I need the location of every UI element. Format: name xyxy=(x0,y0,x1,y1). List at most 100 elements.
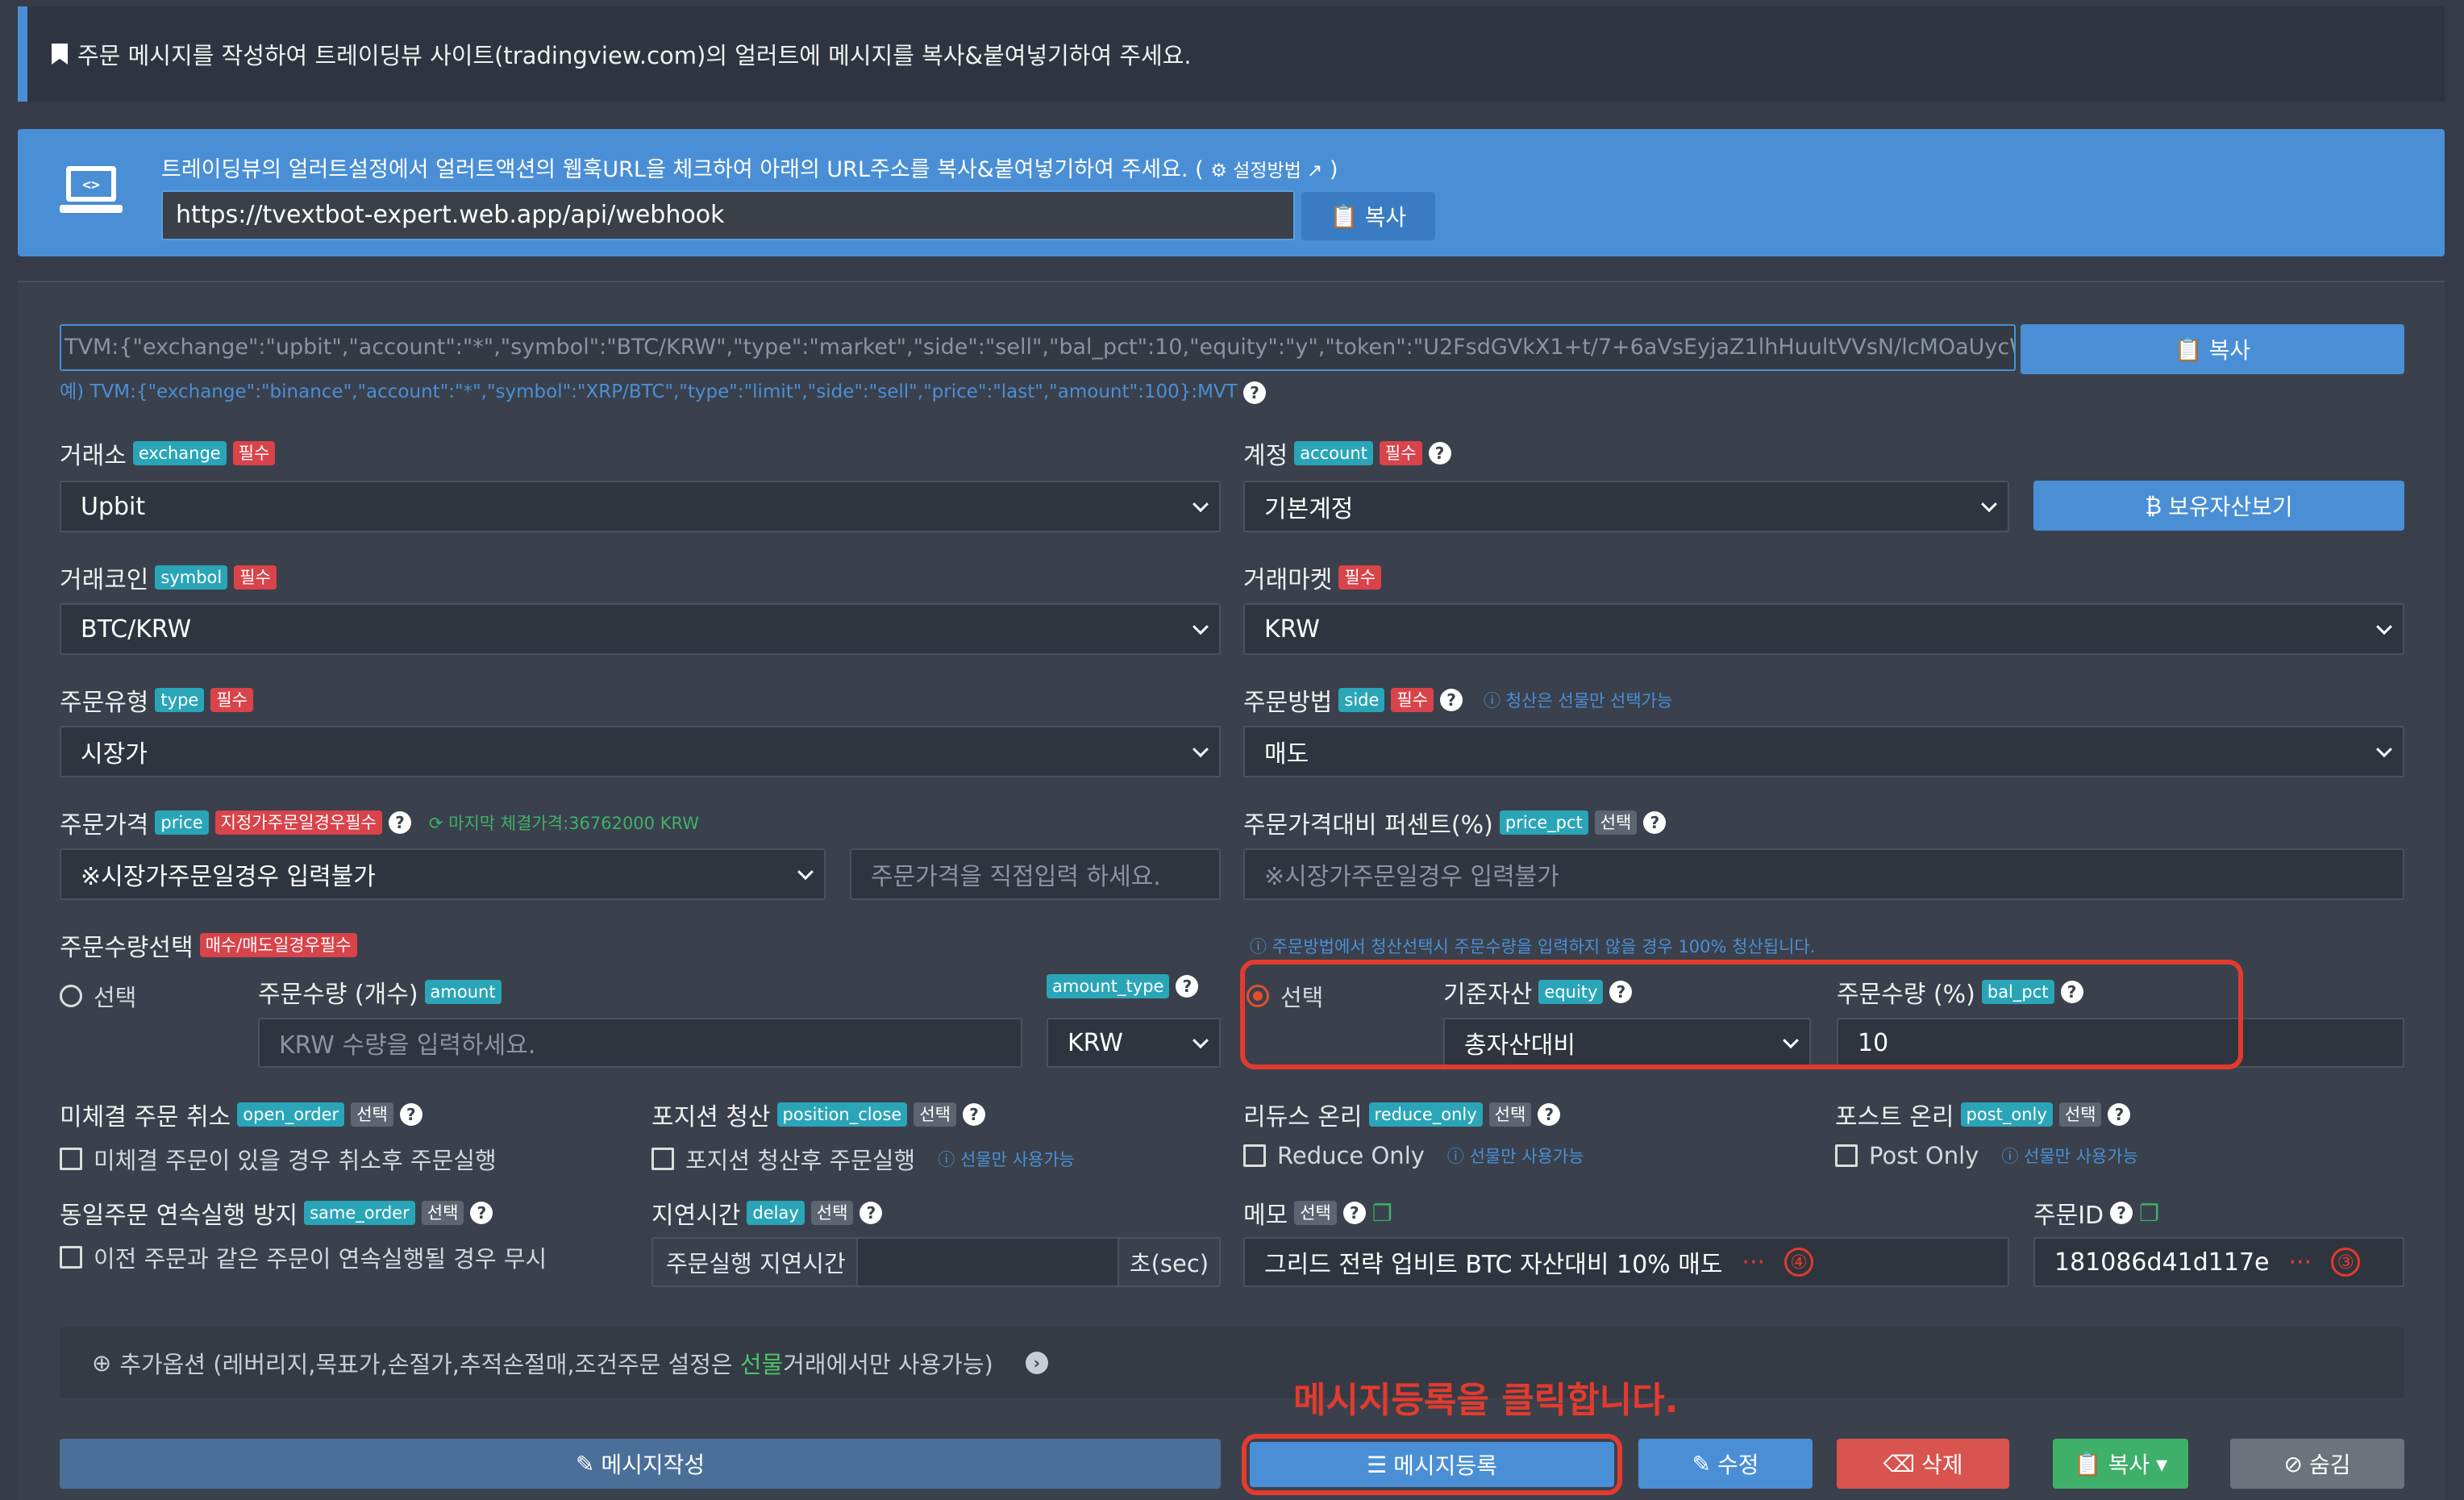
view-assets-button[interactable]: ₿ 보유자산보기 xyxy=(2033,481,2404,531)
webhook-url-field[interactable]: https://tvextbot-expert.web.app/api/webh… xyxy=(161,190,1295,240)
same-order-key-tag: same_order xyxy=(304,1201,415,1225)
hide-button[interactable]: ⊘ 숨김 xyxy=(2230,1439,2404,1489)
radio-button[interactable] xyxy=(60,985,82,1007)
side-info: ⓘ 청산은 선물만 선택가능 xyxy=(1484,691,1673,710)
copy-icon[interactable]: ❐ xyxy=(2139,1200,2159,1227)
edit-button[interactable]: ✎ 수정 xyxy=(1638,1439,1813,1489)
help-icon[interactable]: ? xyxy=(962,1103,985,1126)
checkbox[interactable] xyxy=(60,1148,82,1170)
copy-icon[interactable]: ❐ xyxy=(1372,1200,1392,1227)
chevron-down-icon xyxy=(1192,741,1209,758)
amount-label: 주문수량 (개수) amount xyxy=(258,974,502,1010)
amount-input[interactable]: KRW 수량을 입력하세요. xyxy=(258,1018,1022,1068)
reduce-only-key-tag: reduce_only xyxy=(1368,1102,1483,1127)
notice-text: 주문 메시지를 작성하여 트레이딩뷰 사이트(tradingview.com)의… xyxy=(77,42,1192,69)
pencil-icon: ✎ xyxy=(1692,1450,1711,1477)
copy-dropdown-button[interactable]: 📋 복사 ▾ xyxy=(2053,1439,2188,1489)
help-icon[interactable]: ? xyxy=(1342,1202,1366,1224)
clipboard-icon: 📋 xyxy=(2073,1450,2102,1477)
side-label: 주문방법 side 필수 ? ⓘ 청산은 선물만 선택가능 xyxy=(1243,688,1673,717)
order-id-input[interactable]: 181086d41d117e ··· ③ xyxy=(2033,1237,2404,1287)
checkbox[interactable] xyxy=(1835,1144,1858,1167)
limit-required-tag: 지정가주문일경우필수 xyxy=(214,810,382,835)
exchange-key-tag: exchange xyxy=(132,441,227,465)
amount-radio[interactable]: 선택 xyxy=(60,979,136,1013)
extra-options-bar[interactable]: ⊕ 추가옵션 (레버리지,목표가,손절가,추적손절매,조건주문 설정은 선물거래… xyxy=(60,1327,2404,1398)
help-icon[interactable]: ? xyxy=(388,811,411,834)
message-field[interactable]: TVM:{"exchange":"upbit","account":"*","s… xyxy=(60,324,2016,371)
same-order-checkbox[interactable]: 이전 주문과 같은 주문이 연속실행될 경우 무시 xyxy=(60,1240,547,1274)
help-icon[interactable]: ? xyxy=(859,1202,883,1224)
position-close-checkbox[interactable]: 포지션 청산후 주문실행 ⓘ 선물만 사용가능 xyxy=(651,1142,1075,1176)
market-select[interactable]: KRW xyxy=(1243,603,2404,655)
same-order-label: 동일주문 연속실행 방지 same_order 선택 ? xyxy=(60,1195,493,1231)
bitcoin-icon: ₿ xyxy=(2145,492,2162,519)
annotation-number-4: ④ xyxy=(1784,1248,1814,1277)
type-select[interactable]: 시장가 xyxy=(60,726,1221,777)
message-copy-button[interactable]: 📋 복사 xyxy=(2021,324,2404,374)
chevron-down-icon xyxy=(2376,741,2392,758)
edit-icon: ✎ xyxy=(575,1450,595,1477)
price-select[interactable]: ※시장가주문일경우 입력불가 xyxy=(60,848,826,900)
exchange-label: 거래소 exchange 필수 xyxy=(60,435,276,471)
price-input[interactable]: 주문가격을 직접입력 하세요. xyxy=(850,848,1221,900)
account-select[interactable]: 기본계정 xyxy=(1243,481,2009,532)
delay-input[interactable] xyxy=(858,1239,1118,1285)
webhook-copy-button[interactable]: 📋 복사 xyxy=(1301,192,1435,240)
help-icon[interactable]: ? xyxy=(2110,1202,2133,1224)
optional-tag: 선택 xyxy=(1488,1102,1532,1127)
chevron-down-icon xyxy=(1981,496,1997,513)
svg-text:<>: <> xyxy=(82,177,100,194)
amount-key-tag: amount xyxy=(424,980,502,1004)
annotation-dots: ··· xyxy=(2288,1248,2312,1277)
required-tag: 필수 xyxy=(1379,441,1422,465)
checkbox[interactable] xyxy=(60,1246,82,1269)
compose-button[interactable]: ✎ 메시지작성 xyxy=(60,1439,1221,1489)
checkbox[interactable] xyxy=(651,1148,674,1170)
help-icon[interactable]: ? xyxy=(470,1202,493,1224)
delete-button[interactable]: ⌫ 삭제 xyxy=(1837,1439,2009,1489)
checkbox[interactable] xyxy=(1243,1144,1266,1167)
help-icon[interactable]: ? xyxy=(2108,1103,2131,1126)
memo-label: 메모 선택 ? ❐ xyxy=(1243,1199,1392,1231)
help-icon[interactable]: ? xyxy=(1428,442,1451,465)
amount-type-select[interactable]: KRW xyxy=(1047,1018,1221,1068)
chevron-right-icon[interactable]: › xyxy=(1025,1352,1048,1374)
reduce-only-checkbox[interactable]: Reduce Only ⓘ 선물만 사용가능 xyxy=(1243,1142,1584,1169)
help-icon[interactable]: ? xyxy=(399,1103,422,1126)
setup-link[interactable]: ⚙ 설정방법 ↗ xyxy=(1210,160,1322,181)
side-key-tag: side xyxy=(1338,688,1385,712)
eraser-icon: ⌫ xyxy=(1883,1450,1916,1477)
type-key-tag: type xyxy=(155,688,205,712)
chevron-down-icon xyxy=(1192,619,1209,635)
help-icon[interactable]: ? xyxy=(1440,689,1463,711)
chevron-down-icon xyxy=(2376,619,2392,635)
open-order-checkbox[interactable]: 미체결 주문이 있을 경우 취소후 주문실행 xyxy=(60,1142,497,1176)
help-icon[interactable]: ? xyxy=(1538,1103,1561,1126)
delay-key-tag: delay xyxy=(747,1201,805,1225)
help-icon[interactable]: ? xyxy=(1243,381,1267,404)
required-tag: 필수 xyxy=(1391,688,1434,712)
side-select[interactable]: 매도 xyxy=(1243,726,2404,777)
eye-slash-icon: ⊘ xyxy=(2283,1450,2303,1477)
price-pct-input[interactable]: ※시장가주문일경우 입력불가 xyxy=(1243,848,2404,900)
exchange-select[interactable]: Upbit xyxy=(60,481,1221,532)
register-button[interactable]: ☰ 메시지등록 xyxy=(1250,1442,1614,1487)
symbol-select[interactable]: BTC/KRW xyxy=(60,603,1221,655)
required-tag: 필수 xyxy=(234,565,277,590)
optional-tag: 선택 xyxy=(2058,1102,2102,1127)
required-tag: 필수 xyxy=(1338,565,1382,590)
qty-info: ⓘ 주문방법에서 청산선택시 주문수량을 입력하지 않을 경우 100% 청산됩… xyxy=(1250,937,1816,956)
help-icon[interactable]: ? xyxy=(1176,975,1199,998)
caret-down-icon: ▾ xyxy=(2156,1450,2168,1477)
price-label: 주문가격 price 지정가주문일경우필수 ? ⟳ 마지막 체결가격:36762… xyxy=(60,810,699,840)
delay-prefix: 주문실행 지연시간 xyxy=(653,1239,858,1285)
post-only-checkbox[interactable]: Post Only ⓘ 선물만 사용가능 xyxy=(1835,1142,2138,1169)
optional-tag: 선택 xyxy=(810,1201,854,1225)
price-key-tag: price xyxy=(155,810,209,835)
help-icon[interactable]: ? xyxy=(1643,811,1667,834)
post-only-key-tag: post_only xyxy=(1960,1102,2053,1127)
open-order-label: 미체결 주문 취소 open_order 선택 ? xyxy=(60,1097,422,1132)
laptop-code-icon: <> xyxy=(60,166,123,213)
memo-input[interactable]: 그리드 전략 업비트 BTC 자산대비 10% 매도 ··· ④ xyxy=(1243,1237,2009,1287)
